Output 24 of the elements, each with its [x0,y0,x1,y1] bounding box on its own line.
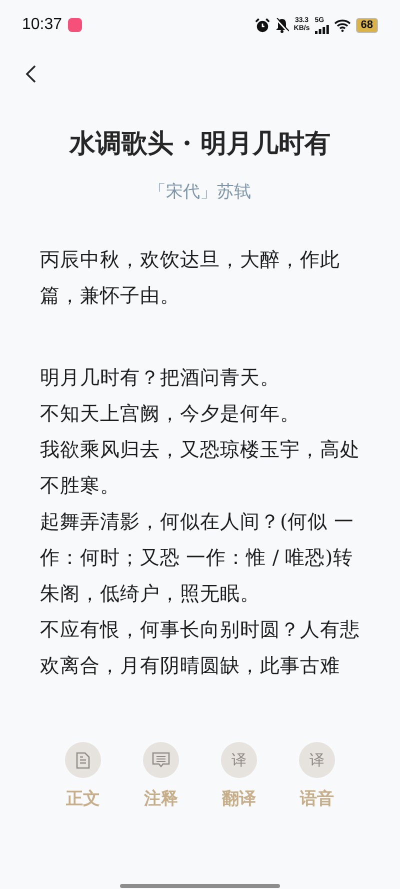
poem-line: 明月几时有？把酒问青天。 [40,365,281,391]
battery-level: 68 [356,18,378,32]
poem-line: 起舞弄清影，何似在人间？(何似 一作：何时；又恐 一作：惟 / 唯恐)转朱阁，低绮户，照无眠。 [40,509,355,607]
poem-line: 我欲乘风归去，又恐琼楼玉宇，高处不胜寒。 [40,437,360,499]
poem-title: 水调歌头 · 明月几时有 [68,128,332,161]
comment-icon [152,752,170,768]
wifi-icon [334,18,351,32]
poem-line: 不应有恨，何事长向别时圆？人有悲欢离合，月有阴晴圆缺，此事古难 [40,617,360,679]
preface-paragraph: 丙辰中秋，欢饮达旦，大醉，作此篇，兼怀子由。 [40,247,341,309]
poem-author[interactable]: 「宋代」苏轼 [0,180,400,204]
tab-button[interactable]: 语音 [300,787,334,810]
back-icon[interactable] [24,64,38,84]
document-icon [76,752,90,768]
poem-line: 不知天上宫阙，今夕是何年。 [40,401,301,427]
clock-time: 10:37 [22,16,62,34]
translate-icon: 译 [310,750,324,770]
translate-icon: 译 [232,750,246,770]
signal-icon [314,24,329,34]
tab-button[interactable]: 翻译 [222,787,256,810]
tab-button[interactable]: 注释 [144,787,178,810]
tab-button[interactable]: 正文 [66,787,100,810]
app-icon [68,18,82,32]
bell-off-icon [274,18,289,32]
alarm-icon [254,18,270,32]
